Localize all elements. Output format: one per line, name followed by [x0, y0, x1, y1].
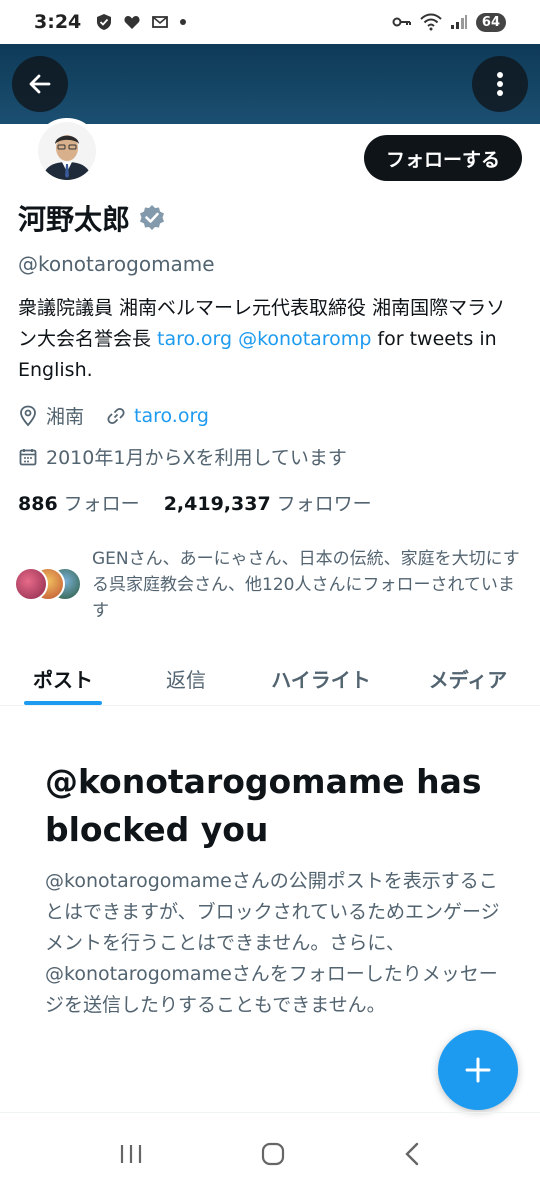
dot-icon — [180, 19, 187, 25]
joined-text: 2010年1月からXを利用しています — [46, 447, 347, 469]
heart-icon — [124, 16, 140, 29]
following-count: 886 — [18, 493, 58, 515]
tab-media[interactable]: メディア — [396, 652, 540, 705]
followers-stat[interactable]: 2,419,337 フォロワー — [164, 489, 372, 516]
blocked-title: @konotarogomame has blocked you — [45, 762, 482, 849]
blocked-message: @konotarogomameさんの公開ポストを表示することはできますが、ブロッ… — [45, 870, 500, 1016]
bio-link-mention[interactable]: @konotaromp — [238, 328, 371, 350]
plus-icon — [465, 1057, 491, 1083]
location-text: 湘南 — [46, 406, 85, 428]
tab-label: ハイライト — [271, 668, 371, 692]
tab-posts[interactable]: ポスト — [0, 652, 126, 705]
known-follower-avatar — [14, 567, 48, 601]
home-button[interactable] — [260, 1141, 286, 1171]
location-website-row: 湘南 taro.org — [18, 402, 209, 429]
known-follower-avatars — [14, 567, 82, 603]
profile-handle: @konotarogomame — [18, 252, 215, 276]
system-status-icons: 64 — [392, 12, 506, 32]
status-bar: 3:24 64 — [0, 0, 540, 44]
tab-label: 返信 — [166, 668, 206, 692]
more-options-button[interactable] — [472, 56, 528, 112]
bio-link-website[interactable]: taro.org — [157, 328, 232, 350]
known-followers-text: GENさん、あーにゃさん、日本の伝統、家庭を大切にする呉家庭教会さん、他120人… — [92, 549, 520, 621]
battery-indicator: 64 — [475, 12, 506, 32]
calendar-icon — [18, 447, 38, 467]
followers-label: フォロワー — [276, 493, 372, 515]
profile-avatar[interactable] — [34, 118, 100, 184]
notification-icons — [95, 13, 187, 31]
profile-tabs: ポスト 返信 ハイライト メディア — [0, 652, 540, 706]
back-button[interactable] — [12, 56, 68, 112]
following-stat[interactable]: 886 フォロー — [18, 489, 140, 516]
arrow-left-icon — [29, 74, 51, 94]
system-navigation-bar — [0, 1112, 540, 1199]
followers-count: 2,419,337 — [163, 493, 271, 515]
avatar-image — [38, 122, 96, 180]
more-vertical-icon — [497, 72, 503, 96]
wifi-icon — [420, 13, 442, 31]
active-tab-indicator — [24, 701, 102, 705]
joined-row: 2010年1月からXを利用しています — [18, 443, 347, 470]
chevron-left-icon — [405, 1142, 419, 1166]
key-icon — [392, 17, 411, 27]
recents-button[interactable] — [118, 1142, 144, 1170]
tab-replies[interactable]: 返信 — [126, 652, 246, 705]
tab-label: ポスト — [33, 668, 93, 692]
tab-label: メディア — [428, 668, 508, 692]
home-icon — [261, 1142, 285, 1166]
follow-stats: 886 フォロー 2,419,337 フォロワー — [18, 489, 372, 516]
profile-banner — [0, 44, 540, 124]
following-label: フォロー — [63, 493, 140, 515]
recents-icon — [120, 1145, 142, 1163]
name-row: 河野太郎 — [18, 198, 166, 238]
verified-badge-icon[interactable] — [138, 204, 166, 232]
known-followers[interactable]: GENさん、あーにゃさん、日本の伝統、家庭を大切にする呉家庭教会さん、他120人… — [14, 546, 526, 624]
follow-button[interactable]: フォローする — [363, 135, 522, 181]
tab-highlights[interactable]: ハイライト — [246, 652, 396, 705]
website-link[interactable]: taro.org — [134, 405, 209, 427]
mail-icon — [152, 16, 169, 28]
signal-icon — [450, 15, 467, 29]
status-time: 3:24 — [34, 11, 82, 33]
link-icon — [106, 406, 126, 426]
location-pin-icon — [18, 405, 38, 427]
shield-icon — [97, 14, 112, 30]
compose-fab-button[interactable] — [438, 1030, 518, 1110]
profile-name: 河野太郎 — [18, 203, 131, 236]
profile-bio: 衆議院議員 湘南ベルマーレ元代表取締役 湘南国際マラソン大会名誉会長 taro.… — [18, 293, 523, 386]
system-back-button[interactable] — [402, 1141, 422, 1171]
